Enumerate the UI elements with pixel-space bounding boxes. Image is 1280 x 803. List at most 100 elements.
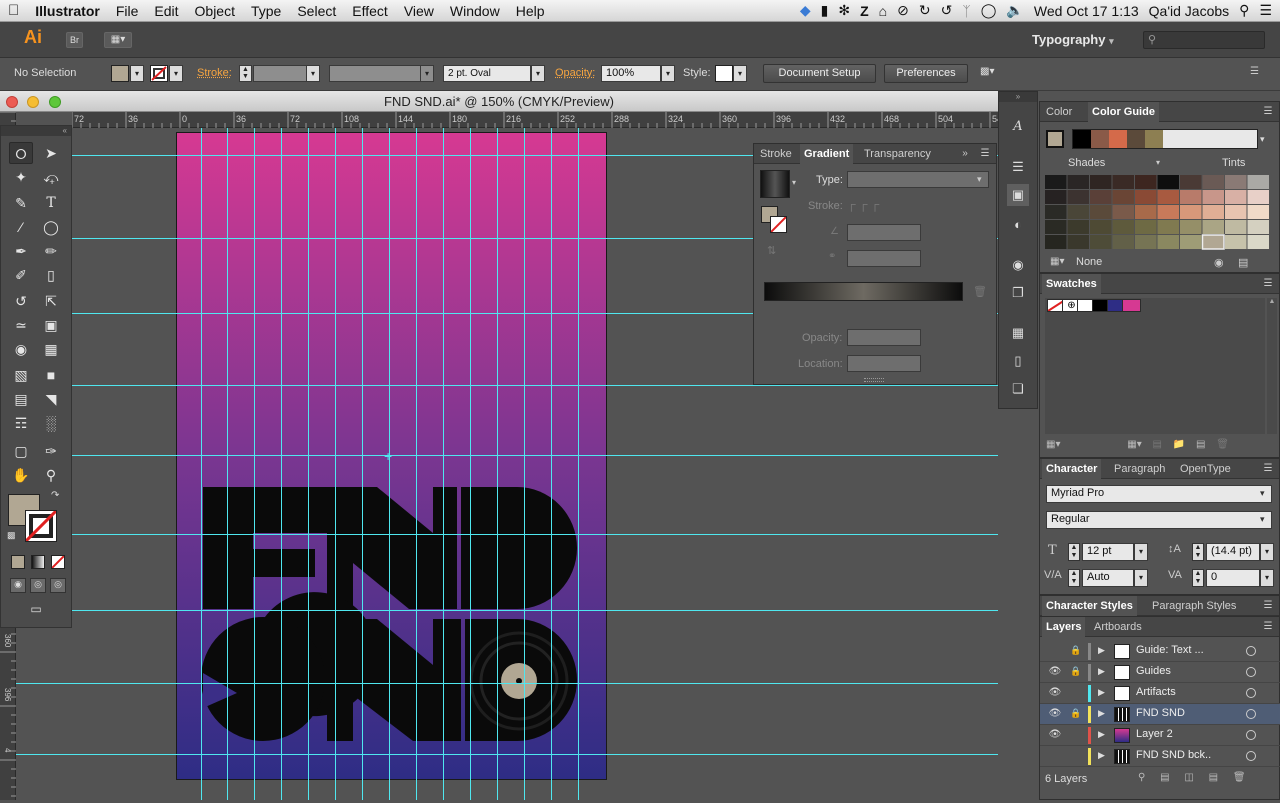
direct-selection-tool[interactable]: ➤ [39,142,63,164]
make-clipping-mask-icon[interactable]: ▤ [1160,772,1169,783]
arrange-icon[interactable]: ▩▾ [980,66,1008,80]
edit-colors-icon[interactable]: ◉ [1214,256,1224,269]
color-variation-swatch[interactable] [1090,235,1112,249]
color-variation-swatch[interactable] [1202,190,1225,204]
lock-icon[interactable]: 🔒 [1070,666,1082,678]
selection-tool[interactable]: ⭘ [9,142,33,164]
color-variation-swatch[interactable] [1067,175,1090,189]
chevron-down-icon[interactable]: ▾ [1156,158,1160,167]
tab-gradient[interactable]: Gradient [800,144,854,164]
gradient-type-select[interactable] [847,171,989,188]
menu-select[interactable]: Select [289,3,344,19]
new-color-group-icon[interactable]: 📁 [1173,439,1185,450]
expand-triangle-icon[interactable]: ▶ [1098,708,1108,720]
expand-triangle-icon[interactable]: ▶ [1098,750,1108,762]
layer-row[interactable]: 👁 🔒 ▶ Guides [1040,662,1280,683]
font-size-input[interactable]: 12 pt [1082,543,1134,561]
gradient-preview-swatch[interactable] [760,170,790,198]
no-icon[interactable]: ⊘ [897,2,909,19]
fill-stroke-mini[interactable] [761,206,791,236]
layer-name[interactable]: Guide: Text ... [1136,644,1204,656]
notification-icon[interactable]: ☰ [1259,2,1272,19]
color-variation-swatch[interactable] [1157,190,1180,204]
font-family-select[interactable]: Myriad Pro [1046,485,1272,503]
color-variation-swatch[interactable] [1225,235,1247,249]
vertical-guide[interactable] [389,128,390,800]
color-variation-swatch[interactable] [1135,190,1157,204]
color-variations-grid[interactable] [1045,175,1275,251]
visibility-eye-icon[interactable] [1048,750,1062,762]
swap-fill-stroke-icon[interactable]: ↷ [51,490,59,501]
vertical-guide[interactable] [362,128,363,800]
color-variation-swatch[interactable] [1225,190,1247,204]
dock-header[interactable]: » [999,92,1037,102]
color-variation-swatch[interactable] [1135,205,1157,219]
color-variation-swatch[interactable] [1247,235,1270,249]
font-style-select[interactable]: Regular [1046,511,1272,529]
kerning-input[interactable]: Auto [1082,569,1134,587]
appearance-panel-icon[interactable]: ◉ [1007,254,1029,276]
dropbox-icon[interactable]: ◆ [800,2,811,19]
vertical-guide[interactable] [201,128,202,800]
stroke-weight-input[interactable] [253,65,307,82]
layer-target-icon[interactable] [1246,751,1256,761]
fill-dropdown[interactable]: ▾ [130,65,144,82]
harmony-dropdown[interactable]: ▾ [1260,129,1274,149]
color-variation-swatch[interactable] [1247,175,1270,189]
preferences-button[interactable]: Preferences [884,64,968,83]
bluetooth-icon[interactable]: ᛉ [962,3,970,19]
color-variation-swatch[interactable] [1112,220,1135,234]
free-transform-tool[interactable]: ▣ [39,314,63,336]
stroke-label[interactable]: Stroke: [197,67,232,79]
tab-character[interactable]: Character [1042,459,1102,479]
leading-dropdown[interactable]: ▾ [1260,543,1274,561]
color-variation-swatch[interactable] [1135,175,1157,189]
transform-panel-icon[interactable]: ▦ [1007,322,1029,344]
vertical-guide[interactable] [308,128,309,800]
vertical-guide[interactable] [443,128,444,800]
user-name[interactable]: Qa'id Jacobs [1149,3,1230,19]
stroke-color-dropdown[interactable]: ▾ [169,65,183,82]
expand-triangle-icon[interactable]: ▶ [1098,687,1108,699]
lock-icon[interactable] [1070,750,1082,762]
tab-layers[interactable]: Layers [1042,617,1086,637]
fill-swatch[interactable] [111,65,129,82]
color-variation-swatch[interactable] [1157,235,1180,249]
vertical-guide[interactable] [335,128,336,800]
warp-tool[interactable]: ≃ [9,314,33,336]
glyphs-icon[interactable]: A [1007,116,1029,138]
layer-row[interactable]: 👁 🔒 ▶ FND SND [1040,704,1280,725]
layer-row[interactable]: ▶ FND SND bck.. [1040,746,1280,767]
panel-resize-grip[interactable] [864,378,884,382]
shape-builder-tool[interactable]: ◉ [9,338,33,360]
harmony-rules-bar[interactable] [1072,129,1258,149]
menu-view[interactable]: View [396,3,442,19]
gradient-location-input[interactable] [847,355,921,372]
visibility-eye-icon[interactable]: 👁 [1048,687,1062,699]
blob-brush-tool[interactable]: ✐ [9,264,33,286]
close-window-button[interactable] [6,96,18,108]
color-variation-swatch[interactable] [1135,220,1157,234]
blend-tool[interactable]: ◥ [39,388,63,410]
opacity-input[interactable]: 100% [601,65,661,82]
tab-paragraph-styles[interactable]: Paragraph Styles [1148,596,1240,616]
color-variation-swatch[interactable] [1067,235,1090,249]
transparency-panel-icon[interactable]: ◐ [1007,214,1029,236]
panel-menu-icon[interactable]: ☰ [1261,600,1275,612]
minimize-window-button[interactable] [27,96,39,108]
variable-width-profile[interactable] [329,65,421,82]
color-variation-swatch[interactable] [1247,220,1270,234]
layer-name[interactable]: Layer 2 [1136,728,1173,740]
color-variation-swatch[interactable] [1067,205,1090,219]
panel-menu-icon[interactable]: ☰ [1261,106,1275,118]
kerning-stepper[interactable]: ▲ ▼ [1068,569,1080,587]
perspective-grid-tool[interactable]: ▦ [39,338,63,360]
menu-help[interactable]: Help [508,3,553,19]
tab-artboards[interactable]: Artboards [1090,617,1146,637]
swatch-options-icon[interactable]: ▤ [1153,439,1162,450]
brush-dropdown[interactable]: ▾ [531,65,545,82]
horizontal-guide[interactable] [16,754,998,755]
control-panel-menu-icon[interactable]: ☰ [1250,66,1259,77]
screen-mode-button[interactable]: ▭ [25,602,47,618]
clock[interactable]: Wed Oct 17 1:13 [1034,3,1139,19]
